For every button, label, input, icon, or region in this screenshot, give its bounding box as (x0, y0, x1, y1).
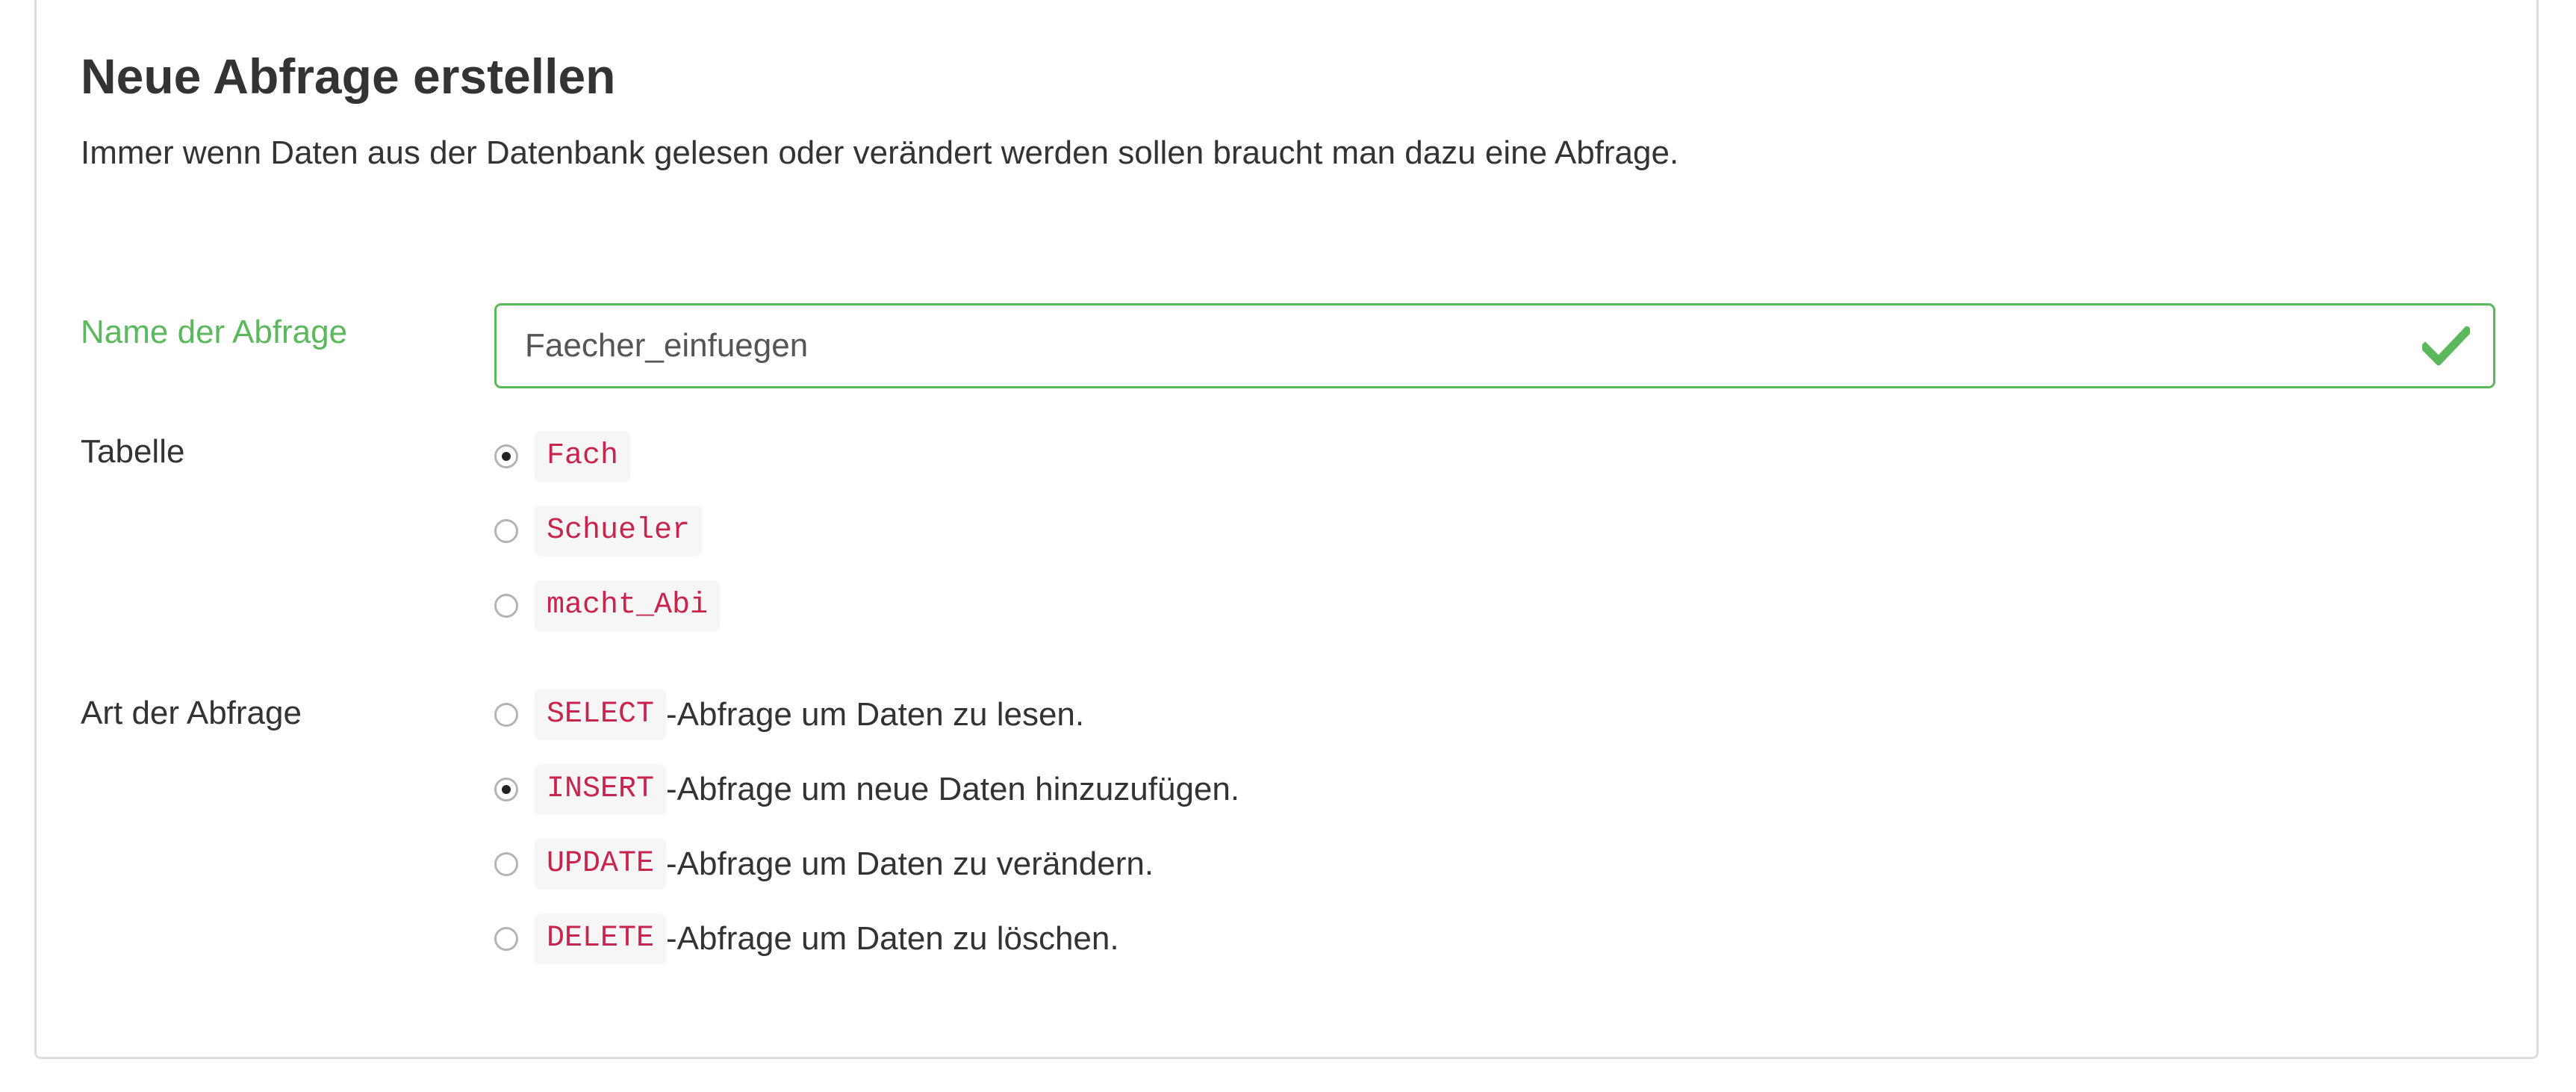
page-description: Immer wenn Daten aus der Datenbank geles… (81, 134, 1679, 171)
check-icon (2422, 326, 2470, 365)
radio-schueler[interactable] (494, 519, 518, 543)
query-type-description: -Abfrage um Daten zu lesen. (666, 696, 1085, 733)
radio-delete[interactable] (494, 927, 518, 951)
radio-fach[interactable] (494, 444, 518, 468)
radio-macht-abi[interactable] (494, 594, 518, 618)
table-option-code: macht_Abi (535, 580, 721, 631)
table-option-fach[interactable]: Fach (494, 430, 631, 483)
table-option-code: Schueler (535, 506, 703, 556)
query-type-description: -Abfrage um Daten zu verändern. (666, 846, 1154, 882)
table-option-code: Fach (535, 431, 631, 482)
query-type-code: SELECT (535, 689, 667, 740)
query-type-code: INSERT (535, 764, 667, 815)
page-title: Neue Abfrage erstellen (81, 49, 616, 104)
query-type-label: Art der Abfrage (81, 695, 302, 731)
radio-update[interactable] (494, 852, 518, 876)
name-input[interactable] (494, 303, 2495, 388)
radio-insert[interactable] (494, 778, 518, 801)
query-type-option-delete[interactable]: DELETE -Abfrage um Daten zu löschen. (494, 913, 1119, 965)
name-label: Name der Abfrage (81, 314, 348, 350)
query-type-description: -Abfrage um Daten zu löschen. (666, 920, 1119, 957)
query-type-code: DELETE (535, 913, 667, 964)
query-type-description: -Abfrage um neue Daten hinzuzufügen. (666, 771, 1240, 807)
table-label: Tabelle (81, 433, 185, 470)
table-option-macht-abi[interactable]: macht_Abi (494, 580, 721, 632)
name-field-wrapper (494, 303, 2495, 388)
radio-select[interactable] (494, 703, 518, 727)
query-type-option-insert[interactable]: INSERT -Abfrage um neue Daten hinzuzufüg… (494, 763, 1239, 816)
query-type-option-update[interactable]: UPDATE -Abfrage um Daten zu verändern. (494, 838, 1154, 890)
query-type-code: UPDATE (535, 839, 667, 890)
table-option-schueler[interactable]: Schueler (494, 505, 703, 557)
query-type-option-select[interactable]: SELECT -Abfrage um Daten zu lesen. (494, 689, 1084, 741)
